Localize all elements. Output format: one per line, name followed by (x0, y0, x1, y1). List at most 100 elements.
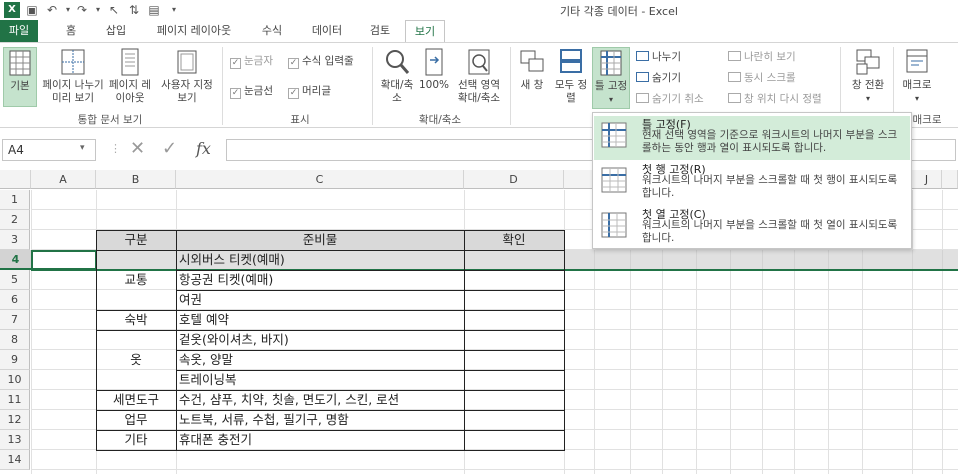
row-header-2[interactable]: 2 (0, 210, 30, 230)
tab-review[interactable]: 검토 (362, 20, 398, 42)
menu-item-freeze-top-row[interactable]: 첫 행 고정(R) 워크시트의 나머지 부분을 스크롤할 때 첫 행이 표시되도… (594, 161, 910, 205)
row-header-10[interactable]: 10 (0, 370, 30, 390)
tab-data[interactable]: 데이터 (302, 20, 352, 42)
table-header-check[interactable]: 확인 (464, 230, 564, 249)
table-item-cell[interactable]: 항공권 티켓(예매) (179, 270, 464, 289)
row-header-5[interactable]: 5 (0, 270, 30, 290)
new-window-button[interactable]: 새 창 (516, 47, 548, 92)
table-item-cell[interactable]: 속옷, 양말 (179, 350, 464, 369)
page-layout-icon (121, 48, 139, 76)
form-icon[interactable]: ▤ (146, 2, 162, 18)
table-border (176, 250, 564, 251)
select-all-corner[interactable] (0, 170, 31, 189)
tab-file[interactable]: 파일 (0, 20, 38, 42)
custom-views-label: 사용자 지정 보기 (161, 79, 213, 104)
active-cell-a4[interactable] (31, 250, 97, 270)
sort-icon[interactable]: ⇅ (126, 2, 142, 18)
table-category-cell[interactable]: 교통 (96, 250, 176, 310)
row-header-1[interactable]: 1 (0, 190, 30, 210)
enter-icon[interactable]: ✓ (162, 138, 177, 159)
ruler-checkbox[interactable]: ✓ 눈금자 (230, 53, 273, 69)
table-category-cell[interactable]: 옷 (96, 330, 176, 390)
row-header-3[interactable]: 3 (0, 230, 30, 250)
formula-bar-checkbox[interactable]: ✓ 수식 입력줄 (288, 53, 354, 69)
zoom-button[interactable]: 확대/축소 (378, 47, 416, 105)
table-border (464, 230, 465, 450)
table-category-cell[interactable]: 업무 (96, 410, 176, 430)
table-header-item[interactable]: 준비물 (176, 230, 464, 249)
unhide-button[interactable]: 숨기기 취소 (636, 91, 704, 106)
table-item-cell[interactable]: 노트북, 서류, 수첩, 필기구, 명함 (179, 410, 464, 429)
table-item-cell[interactable]: 휴대폰 충전기 (179, 430, 464, 449)
table-item-cell[interactable]: 시외버스 티켓(예매) (179, 250, 464, 269)
tab-insert[interactable]: 삽입 (96, 20, 136, 42)
row-header-8[interactable]: 8 (0, 330, 30, 350)
row-header-12[interactable]: 12 (0, 410, 30, 430)
insert-function-icon[interactable]: fx (196, 139, 211, 158)
table-header-category[interactable]: 구분 (96, 230, 176, 249)
row-header-14[interactable]: 14 (0, 450, 30, 470)
macro-icon (906, 49, 928, 73)
table-item-cell[interactable]: 겉옷(와이셔츠, 바지) (179, 330, 464, 349)
custom-views-icon (177, 50, 197, 74)
grid-column-line (31, 190, 32, 474)
table-item-cell[interactable]: 수건, 샴푸, 치약, 칫솔, 면도기, 스킨, 로션 (179, 390, 464, 409)
split-button[interactable]: 나누기 (636, 49, 681, 64)
gridlines-checkbox[interactable]: ✓ 눈금선 (230, 83, 273, 99)
customize-qat-icon[interactable]: ▾ (166, 2, 182, 18)
hide-button[interactable]: 숨기기 (636, 70, 681, 85)
reset-window-position-button[interactable]: 창 위치 다시 정렬 (728, 91, 822, 106)
zoom-100-button[interactable]: 100% (418, 47, 450, 92)
switch-windows-button[interactable]: 창 전환 ▾ (846, 47, 890, 105)
freeze-panes-label: 틀 고정 (594, 80, 628, 92)
redo-dropdown-icon[interactable]: ▾ (90, 2, 106, 18)
arrange-all-button[interactable]: 모두 정렬 (554, 47, 588, 105)
tab-page-layout[interactable]: 페이지 레이아웃 (146, 20, 242, 42)
page-layout-view-button[interactable]: 페이지 레이아웃 (108, 47, 152, 105)
normal-view-button[interactable]: 기본 (3, 47, 37, 107)
headings-checkbox[interactable]: ✓ 머리글 (288, 83, 331, 99)
macros-button[interactable]: 매크로 ▾ (897, 47, 937, 105)
view-side-by-side-button[interactable]: 나란히 보기 (728, 49, 796, 64)
hide-icon (636, 72, 649, 82)
column-header-a[interactable]: A (31, 170, 96, 189)
row-header-7[interactable]: 7 (0, 310, 30, 330)
row-header-9[interactable]: 9 (0, 350, 30, 370)
pointer-icon[interactable]: ↖ (106, 2, 122, 18)
tab-view[interactable]: 보기 (405, 20, 445, 43)
switch-windows-label: 창 전환 (851, 79, 885, 91)
save-icon[interactable]: ▣ (24, 2, 40, 18)
zoom-to-selection-button[interactable]: 선택 영역 확대/축소 (453, 47, 505, 105)
column-header-j[interactable]: J (912, 170, 942, 189)
menu-item-freeze-first-column[interactable]: 첫 열 고정(C) 워크시트의 나머지 부분을 스크롤할 때 첫 열이 표시되도… (594, 206, 910, 250)
page-break-icon (61, 49, 85, 75)
custom-views-button[interactable]: 사용자 지정 보기 (156, 47, 218, 105)
zoom-selection-icon (468, 49, 490, 75)
column-header-b[interactable]: B (96, 170, 176, 189)
table-item-cell[interactable]: 트레이닝복 (179, 370, 464, 389)
row-header-13[interactable]: 13 (0, 430, 30, 450)
column-header-d[interactable]: D (464, 170, 564, 189)
table-item-cell[interactable]: 호텔 예약 (179, 310, 464, 329)
table-item-cell[interactable]: 여권 (179, 290, 464, 309)
column-header-k[interactable] (942, 170, 958, 189)
row-header-6[interactable]: 6 (0, 290, 30, 310)
table-category-cell[interactable]: 세면도구 (96, 390, 176, 410)
table-category-cell[interactable]: 기타 (96, 430, 176, 450)
column-header-c[interactable]: C (176, 170, 464, 189)
page-break-preview-button[interactable]: 페이지 나누기 미리 보기 (42, 47, 104, 105)
redo-icon[interactable]: ↷ (74, 2, 90, 18)
tab-formulas[interactable]: 수식 (252, 20, 292, 42)
cancel-icon[interactable]: ✕ (130, 138, 145, 159)
table-border (176, 430, 564, 431)
tab-home[interactable]: 홈 (56, 20, 86, 42)
table-category-cell[interactable]: 숙박 (96, 310, 176, 330)
magnifier-icon (386, 50, 410, 74)
grid-column-line (942, 190, 943, 474)
menu-item-freeze-panes[interactable]: 틀 고정(F) 현재 선택 영역을 기준으로 워크시트의 나머지 부분을 스크롤… (594, 116, 910, 160)
undo-icon[interactable]: ↶ (44, 2, 60, 18)
freeze-panes-button[interactable]: 틀 고정 ▾ (592, 47, 630, 109)
sync-scroll-button[interactable]: 동시 스크롤 (728, 70, 796, 85)
row-header-11[interactable]: 11 (0, 390, 30, 410)
name-box-dropdown-icon[interactable]: ▾ (80, 143, 85, 153)
